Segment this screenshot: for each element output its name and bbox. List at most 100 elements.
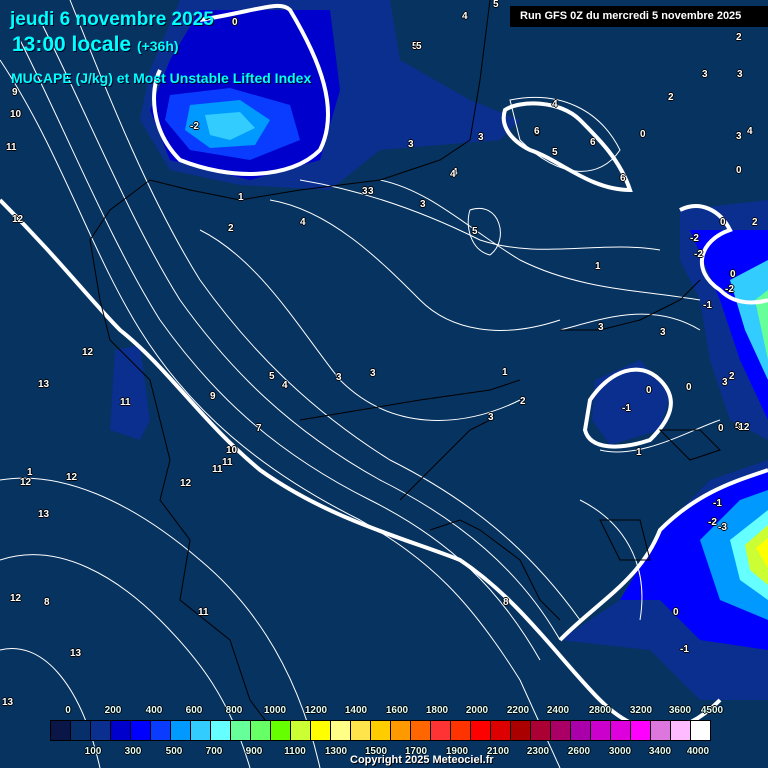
- contour-label: 0: [686, 382, 692, 393]
- contour-label: 4: [462, 11, 468, 22]
- legend-swatch: [291, 721, 311, 740]
- contour-label: -2: [190, 121, 199, 132]
- legend-swatch: [651, 721, 671, 740]
- contour-label: 0: [720, 217, 726, 228]
- contour-label: -2: [694, 249, 703, 260]
- legend-swatch: [151, 721, 171, 740]
- contour-label: -3: [718, 522, 727, 533]
- contour-label: 3: [488, 412, 494, 423]
- legend-swatch: [531, 721, 551, 740]
- legend-swatch: [91, 721, 111, 740]
- legend-swatch: [271, 721, 291, 740]
- contour-label: 3: [370, 368, 376, 379]
- contour-label: 0: [646, 385, 652, 396]
- legend-top-label: 1600: [385, 705, 409, 716]
- legend-swatch: [471, 721, 491, 740]
- legend-swatch: [451, 721, 471, 740]
- contour-label: -1: [713, 498, 722, 509]
- contour-label: 5: [269, 371, 275, 382]
- contour-label: 12: [180, 478, 192, 489]
- contour-label: -2: [708, 517, 717, 528]
- contour-label: 11: [198, 607, 209, 618]
- contour-label: 6: [590, 137, 596, 148]
- legend-swatch: [111, 721, 131, 740]
- legend-swatch: [551, 721, 571, 740]
- contour-label: 3: [736, 131, 742, 142]
- contour-label: 5: [472, 226, 478, 237]
- legend-swatch: [611, 721, 631, 740]
- legend-bottom-label: 2600: [567, 746, 591, 757]
- legend-top-label: 1800: [425, 705, 449, 716]
- contour-label: 3: [737, 69, 743, 80]
- contour-label: 7: [256, 423, 262, 434]
- contour-label: 12: [10, 593, 22, 604]
- contour-label: 13: [2, 697, 14, 708]
- contour-label: 3: [408, 139, 414, 150]
- legend-top-label: 2800: [588, 705, 612, 716]
- legend-swatch: [51, 721, 71, 740]
- contour-label: 10: [10, 109, 22, 120]
- legend-top-label: 3200: [629, 705, 653, 716]
- legend-bottom-label: 100: [84, 746, 102, 757]
- contour-label: 1: [502, 367, 508, 378]
- legend-bottom-label: 300: [124, 746, 142, 757]
- legend-swatch: [131, 721, 151, 740]
- contour-label: 3: [598, 322, 604, 333]
- legend-bottom-label: 1300: [324, 746, 348, 757]
- legend-top-label: 1400: [344, 705, 368, 716]
- contour-label: 5: [416, 41, 422, 52]
- legend-swatch: [231, 721, 251, 740]
- contour-label: 3: [368, 186, 374, 197]
- contour-label: 8: [503, 597, 509, 608]
- legend-swatch: [351, 721, 371, 740]
- contour-label: -2: [690, 233, 699, 244]
- contour-label: 11: [120, 397, 131, 408]
- legend-swatch: [71, 721, 91, 740]
- legend-top-label: 2000: [465, 705, 489, 716]
- legend-swatch: [511, 721, 531, 740]
- contour-label: 3: [722, 377, 728, 388]
- contour-label: -12: [735, 422, 750, 433]
- legend-bottom-label: 3400: [648, 746, 672, 757]
- contour-label: 6: [534, 126, 540, 137]
- contour-label: 4: [282, 380, 288, 391]
- contour-label: 8: [44, 597, 50, 608]
- contour-label: 10: [226, 445, 238, 456]
- legend-bottom-label: 900: [245, 746, 263, 757]
- contour-label: 11: [222, 457, 233, 468]
- run-info: Run GFS 0Z du mercredi 5 novembre 2025: [510, 6, 768, 27]
- legend-swatch: [371, 721, 391, 740]
- contour-label: 2: [729, 371, 735, 382]
- contour-label: 4: [450, 169, 456, 180]
- legend-swatch: [191, 721, 211, 740]
- legend-swatch: [491, 721, 511, 740]
- legend-swatch: [171, 721, 191, 740]
- contour-label: 1: [238, 192, 244, 203]
- contour-label: -1: [703, 300, 712, 311]
- contour-label: 0: [718, 423, 724, 434]
- legend-bottom-label: 500: [165, 746, 183, 757]
- legend-bottom-label: 700: [205, 746, 223, 757]
- contour-label: 5: [552, 147, 558, 158]
- contour-label: 4: [747, 126, 753, 137]
- legend-swatch: [411, 721, 431, 740]
- legend-swatch: [571, 721, 591, 740]
- legend-bottom-label: 3000: [608, 746, 632, 757]
- weather-map: jeudi 6 novembre 2025 13:00 locale (+36h…: [0, 0, 768, 768]
- legend-swatch: [391, 721, 411, 740]
- contour-label: 2: [520, 396, 526, 407]
- legend-top-label: 1200: [304, 705, 328, 716]
- contour-label: 13: [38, 509, 50, 520]
- legend-swatch: [591, 721, 611, 740]
- contour-label: 9: [210, 391, 216, 402]
- legend-top-label: 3600: [668, 705, 692, 716]
- legend-top-label: 4500: [700, 705, 724, 716]
- legend-bottom-label: 2300: [526, 746, 550, 757]
- legend-top-label: 2200: [506, 705, 530, 716]
- contour-label: 1: [595, 261, 601, 272]
- contour-label: 1: [636, 447, 642, 458]
- legend-bottom-label: 1100: [284, 746, 306, 757]
- contour-label: 2: [668, 92, 674, 103]
- color-legend: [50, 720, 711, 741]
- contour-label: 3: [420, 199, 426, 210]
